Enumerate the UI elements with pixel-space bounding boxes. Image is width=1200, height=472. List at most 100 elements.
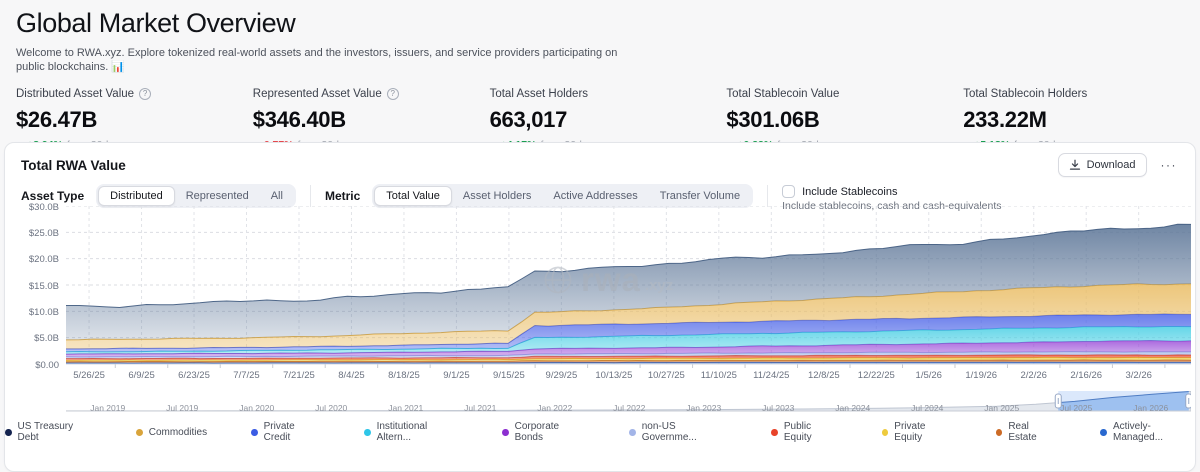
total-rwa-value-card: Total RWA Value Download ··· Asset Type … <box>4 142 1196 472</box>
legend-dot <box>882 429 889 436</box>
legend-dot <box>136 429 143 436</box>
metric-option-active-addresses[interactable]: Active Addresses <box>542 186 648 206</box>
legend-label: Private Credit <box>264 421 320 443</box>
legend-dot <box>502 429 509 436</box>
download-button[interactable]: Download <box>1058 153 1147 177</box>
stat-value: 663,017 <box>490 107 727 133</box>
x-axis-tick-label: 7/7/25 <box>233 370 259 381</box>
metric-option-total-value[interactable]: Total Value <box>374 186 452 206</box>
brush-tick-label: Jul 2023 <box>762 403 794 413</box>
x-axis-tick-label: 6/23/25 <box>178 370 210 381</box>
brush-tick-label: Jul 2021 <box>464 403 496 413</box>
legend-item-real-estate[interactable]: Real Estate <box>996 421 1057 443</box>
legend-dot <box>251 429 258 436</box>
card-title: Total RWA Value <box>21 158 126 173</box>
x-axis-tick-label: 2/2/26 <box>1021 370 1047 381</box>
legend-item-non-us-governme[interactable]: non-US Governme... <box>629 421 727 443</box>
x-axis-tick-label: 11/10/25 <box>701 370 737 381</box>
page-subtitle: Welcome to RWA.xyz. Explore tokenized re… <box>16 46 796 74</box>
y-axis-labels: $30.0B$25.0B$20.0B$15.0B$10.0B$5.0B$0.00 <box>7 206 59 364</box>
metric-option-transfer-volume[interactable]: Transfer Volume <box>649 186 751 206</box>
brush-tick-label: Jan 2024 <box>835 403 870 413</box>
y-axis-tick-label: $20.0B <box>29 254 59 265</box>
download-icon <box>1069 159 1081 171</box>
legend-label: US Treasury Debt <box>18 421 92 443</box>
date-range-brush[interactable]: Jan 2019Jul 2019Jan 2020Jul 2020Jan 2021… <box>66 391 1191 415</box>
divider <box>767 185 768 207</box>
legend-item-commodities[interactable]: Commodities <box>136 421 207 443</box>
stat-value: $26.47B <box>16 107 253 133</box>
x-axis-tick-label: 5/26/25 <box>73 370 105 381</box>
legend-dot <box>771 429 778 436</box>
stat-label: Distributed Asset Value <box>16 88 134 100</box>
brush-tick-label: Jul 2019 <box>166 403 198 413</box>
legend-item-private-equity[interactable]: Private Equity <box>882 421 952 443</box>
brush-timeline-labels: Jan 2019Jul 2019Jan 2020Jul 2020Jan 2021… <box>66 391 1191 415</box>
asset-type-option-all[interactable]: All <box>260 186 294 206</box>
x-axis-tick-label: 9/15/25 <box>493 370 525 381</box>
legend-label: Real Estate <box>1008 421 1056 443</box>
x-axis-tick-label: 1/5/26 <box>916 370 942 381</box>
x-axis-tick-label: 12/8/25 <box>808 370 840 381</box>
legend-label: non-US Governme... <box>642 421 728 443</box>
x-axis-tick-label: 9/1/25 <box>443 370 469 381</box>
brush-tick-label: Jul 2020 <box>315 403 347 413</box>
page-subtitle-line2: public blockchains. 📊 <box>16 60 796 74</box>
x-axis-tick-label: 12/22/25 <box>858 370 895 381</box>
brush-tick-label: Jan 2019 <box>90 403 125 413</box>
info-icon[interactable]: ? <box>387 88 399 100</box>
asset-type-option-distributed[interactable]: Distributed <box>98 186 175 206</box>
stat-label: Total Stablecoin Value <box>726 88 839 100</box>
chart-filter-row: Asset Type Distributed Represented All M… <box>5 177 1195 209</box>
x-axis-tick-label: 3/2/26 <box>1125 370 1151 381</box>
y-axis-tick-label: $30.0B <box>29 202 59 213</box>
legend-item-actively-managed[interactable]: Actively-Managed... <box>1100 421 1195 443</box>
y-axis-tick-label: $0.00 <box>35 360 59 371</box>
legend-label: Private Equity <box>894 421 952 443</box>
legend-dot <box>364 429 371 436</box>
legend-label: Corporate Bonds <box>515 421 586 443</box>
include-stablecoins-checkbox[interactable] <box>782 185 795 198</box>
stat-value: $301.06B <box>726 107 963 133</box>
page-subtitle-line1: Welcome to RWA.xyz. Explore tokenized re… <box>16 46 796 60</box>
brush-tick-label: Jan 2022 <box>537 403 572 413</box>
metric-option-asset-holders[interactable]: Asset Holders <box>452 186 542 206</box>
stat-label: Represented Asset Value <box>253 88 382 100</box>
legend-item-public-equity[interactable]: Public Equity <box>771 421 837 443</box>
brush-tick-label: Jul 2022 <box>613 403 645 413</box>
legend-label: Actively-Managed... <box>1113 421 1195 443</box>
asset-type-option-represented[interactable]: Represented <box>175 186 260 206</box>
legend-item-institutional-altern[interactable]: Institutional Altern... <box>364 421 458 443</box>
x-axis-tick-label: 11/24/25 <box>753 370 789 381</box>
x-axis-tick-label: 6/9/25 <box>128 370 154 381</box>
legend-dot <box>996 429 1003 436</box>
legend-item-private-credit[interactable]: Private Credit <box>251 421 320 443</box>
y-axis-tick-label: $10.0B <box>29 307 59 318</box>
info-icon[interactable]: ? <box>139 88 151 100</box>
x-axis-tick-label: 9/29/25 <box>546 370 578 381</box>
stat-value: $346.40B <box>253 107 490 133</box>
legend-item-us-treasury-debt[interactable]: US Treasury Debt <box>5 421 92 443</box>
chart-legend: US Treasury Debt Commodities Private Credi… <box>5 421 1195 443</box>
page-title: Global Market Overview <box>16 8 1184 39</box>
include-stablecoins-label: Include Stablecoins <box>802 186 897 198</box>
divider <box>310 185 311 207</box>
brush-tick-label: Jan 2020 <box>239 403 274 413</box>
stacked-area-chart[interactable] <box>66 206 1191 369</box>
legend-dot <box>1100 429 1107 436</box>
overflow-menu-button[interactable]: ··· <box>1157 154 1182 176</box>
y-axis-tick-label: $25.0B <box>29 228 59 239</box>
metric-label: Metric <box>325 184 360 208</box>
x-axis-tick-label: 7/21/25 <box>283 370 315 381</box>
stat-label: Total Asset Holders <box>490 88 588 100</box>
brush-tick-label: Jan 2026 <box>1133 403 1168 413</box>
asset-type-segmented-control: Distributed Represented All <box>96 184 296 208</box>
download-button-label: Download <box>1087 159 1136 171</box>
legend-label: Commodities <box>149 427 207 438</box>
legend-label: Public Equity <box>784 421 838 443</box>
legend-item-corporate-bonds[interactable]: Corporate Bonds <box>502 421 585 443</box>
legend-label: Institutional Altern... <box>377 421 459 443</box>
metric-segmented-control: Total Value Asset Holders Active Address… <box>372 184 753 208</box>
x-axis-tick-label: 1/19/26 <box>965 370 997 381</box>
x-axis-tick-label: 8/4/25 <box>338 370 364 381</box>
